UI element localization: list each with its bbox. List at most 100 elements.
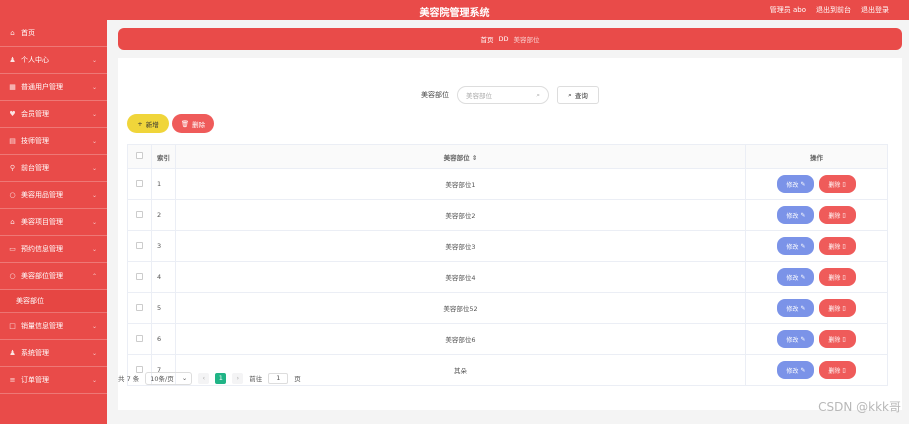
sidebar-item-technician-management[interactable]: ▤ 技师管理 ⌄ [0,128,107,155]
checkbox-icon [136,179,143,187]
add-button[interactable]: + 新增 [127,114,169,133]
sidebar-item-appointments[interactable]: ▭ 预约信息管理 ⌄ [0,236,107,263]
row-index: 2 [151,199,176,231]
page-number-current[interactable]: 1 [215,372,227,384]
row-checkbox[interactable] [127,292,152,324]
goto-page-input[interactable]: 1 [268,372,289,384]
delete-button[interactable]: 删除 ▯ [818,330,856,348]
row-checkbox[interactable] [127,230,152,262]
delete-button[interactable]: 删除 ▯ [818,361,856,379]
row-index: 6 [151,323,176,355]
sidebar-item-personal-center[interactable]: ♟ 个人中心 ⌄ [0,47,107,74]
sidebar-item-order-management[interactable]: ≡ 订单管理 ⌄ [0,367,107,394]
prev-page-button[interactable]: ‹ [198,372,210,384]
sidebar-item-label: 会员管理 [21,110,49,118]
next-page-button[interactable]: › [232,372,244,384]
edit-button[interactable]: 修改 ✎ [777,206,815,224]
row-checkbox[interactable] [127,261,152,293]
row-checkbox[interactable] [127,199,152,231]
main-content: 首页 DD 美容部位 美容部位 美容部位 ⌕ ⌕ 查询 + 新增 🗑 删除 索引… [107,20,909,424]
trash-icon: ▯ [842,242,846,250]
goto-front-link[interactable]: 退出到前台 [816,5,851,15]
row-part-name: 美容部位4 [175,261,746,293]
sidebar-item-beauty-products[interactable]: ○ 美容用品管理 ⌄ [0,182,107,209]
edit-icon: ✎ [800,242,806,250]
delete-button[interactable]: 删除 ▯ [818,206,856,224]
breadcrumb-home[interactable]: 首页 [480,34,493,44]
edit-icon: ✎ [800,335,806,343]
edit-button[interactable]: 修改 ✎ [777,299,815,317]
sidebar-item-front-desk-management[interactable]: ⚲ 前台管理 ⌄ [0,155,107,182]
search-label: 美容部位 [421,91,449,99]
watermark: CSDN @kkk哥 [818,400,901,414]
sidebar-subitem-label: 美容部位 [16,297,44,305]
top-bar: 美容院管理系统 管理员 abo 退出到前台 退出登录 [0,0,909,20]
chevron-down-icon: ⌄ [91,377,97,384]
grid-icon: ▦ [9,83,16,91]
batch-delete-button[interactable]: 🗑 删除 [172,114,214,133]
chevron-down-icon: ⌄ [91,138,97,145]
column-header-part-label: 美容部位 [443,153,470,162]
add-button-label: 新增 [145,120,159,129]
delete-button-label: 删除 [828,274,841,282]
row-actions: 修改 ✎ 删除 ▯ [745,230,888,262]
delete-button[interactable]: 删除 ▯ [818,268,856,286]
sidebar-item-member-management[interactable]: ♥ 会员管理 ⌄ [0,101,107,128]
table-row: 2 美容部位2 修改 ✎ 删除 ▯ [127,199,888,231]
delete-button[interactable]: 删除 ▯ [818,237,856,255]
row-actions: 修改 ✎ 删除 ▯ [745,354,888,386]
sidebar-item-beauty-parts-management[interactable]: ○ 美容部位管理 ⌃ [0,263,107,290]
trash-icon: ▯ [842,304,846,312]
doc-icon: ▭ [9,245,16,253]
data-table: 索引 美容部位 ⇕ 操作 1 美容部位1 修改 ✎ 删除 ▯ 2 美容部位2 修… [127,144,888,386]
sidebar-subitem-beauty-parts[interactable]: 美容部位 [0,290,107,313]
trash-icon: ▯ [842,366,846,374]
sidebar-item-label: 个人中心 [21,56,49,64]
select-all-checkbox[interactable] [127,144,152,169]
plus-icon: + [137,119,143,128]
breadcrumb-current: 美容部位 [513,36,540,44]
checkbox-icon [136,303,143,311]
edit-button-label: 修改 [786,181,799,189]
edit-button[interactable]: 修改 ✎ [777,330,815,348]
sidebar-item-system-management[interactable]: ♟ 系统管理 ⌄ [0,340,107,367]
circle-icon: ○ [9,191,16,199]
goto-suffix: 页 [294,375,301,383]
edit-button[interactable]: 修改 ✎ [777,237,815,255]
row-checkbox[interactable] [127,168,152,200]
sidebar-item-sales-info[interactable]: □ 销量信息管理 ⌄ [0,313,107,340]
edit-button[interactable]: 修改 ✎ [777,175,815,193]
chevron-down-icon: ⌄ [91,219,97,226]
user-icon: ♟ [9,56,16,64]
row-checkbox[interactable] [127,323,152,355]
sidebar-item-user-management[interactable]: ▦ 普通用户管理 ⌄ [0,74,107,101]
row-part-name: 美容部位3 [175,230,746,262]
pagination: 共 7 条 10条/页 ⌄ ‹ 1 › 前往 1 页 [118,371,301,385]
edit-button[interactable]: 修改 ✎ [777,361,815,379]
row-index: 4 [151,261,176,293]
sidebar-item-beauty-projects[interactable]: ⌂ 美容项目管理 ⌄ [0,209,107,236]
admin-label: 管理员 abo [769,6,806,14]
table-row: 6 美容部位6 修改 ✎ 删除 ▯ [127,323,888,355]
edit-button-label: 修改 [786,367,799,375]
edit-button-label: 修改 [786,274,799,282]
checkbox-icon [136,272,143,280]
query-button-label: 查询 [574,92,588,100]
sidebar-item-home[interactable]: ⌂ 首页 [0,20,107,47]
delete-button[interactable]: 删除 ▯ [818,299,856,317]
edit-button[interactable]: 修改 ✎ [777,268,815,286]
delete-button[interactable]: 删除 ▯ [818,175,856,193]
delete-button-label: 删除 [828,243,841,251]
column-header-part[interactable]: 美容部位 ⇕ [175,144,746,169]
row-actions: 修改 ✎ 删除 ▯ [745,168,888,200]
delete-button-label: 删除 [828,212,841,220]
row-part-name: 美容部位52 [175,292,746,324]
search-input[interactable]: 美容部位 ⌕ [457,86,549,104]
sidebar-item-label: 订单管理 [21,376,49,384]
delete-button-label: 删除 [828,367,841,375]
table-header-row: 索引 美容部位 ⇕ 操作 [127,144,888,169]
sidebar: ⌂ 首页 ♟ 个人中心 ⌄ ▦ 普通用户管理 ⌄ ♥ 会员管理 ⌄ ▤ 技师管理… [0,20,107,424]
page-size-select[interactable]: 10条/页 ⌄ [145,371,193,385]
logout-link[interactable]: 退出登录 [861,5,889,15]
query-button[interactable]: ⌕ 查询 [557,86,599,104]
